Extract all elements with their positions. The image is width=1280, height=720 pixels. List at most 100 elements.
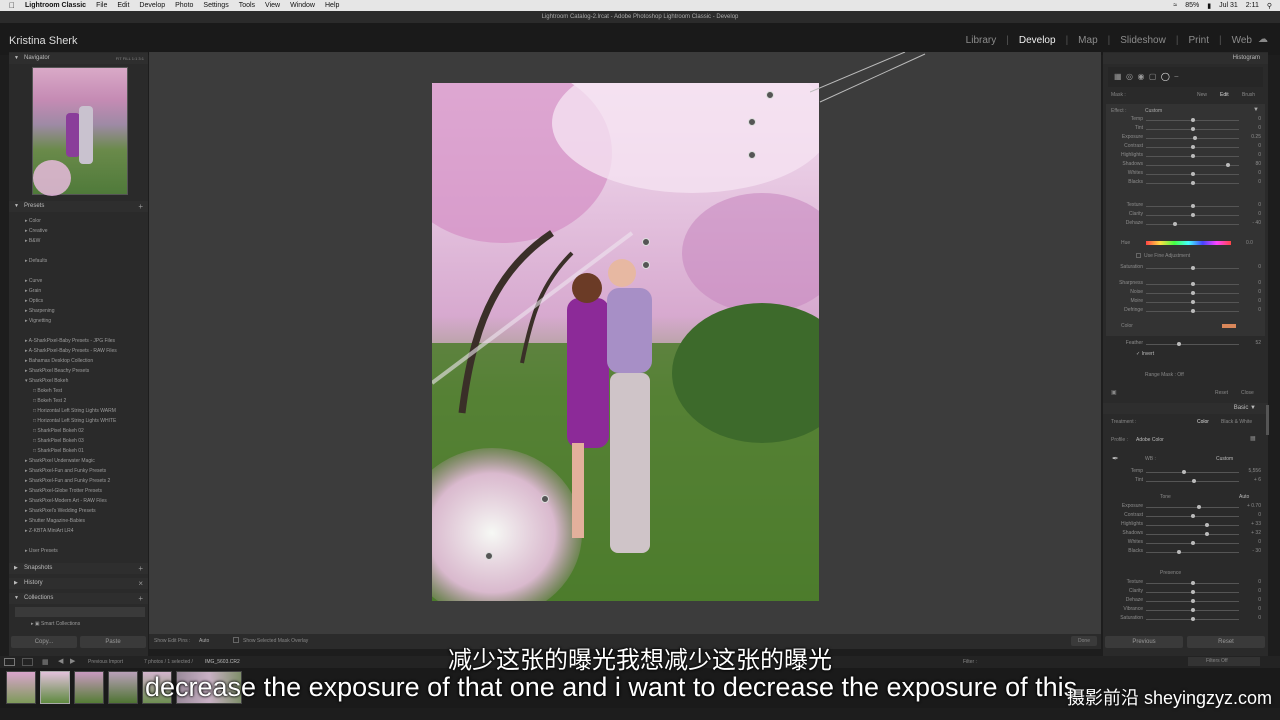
slider-value[interactable]: 0 [1245, 512, 1261, 518]
preset-group[interactable]: ▸ Bahamas Desktop Collection [25, 356, 148, 366]
preset-group[interactable]: ▸ SharkPixel-Fun and Funky Presets 2 [25, 476, 148, 486]
slider-knob[interactable] [1191, 127, 1195, 131]
module-slideshow[interactable]: Slideshow [1120, 35, 1166, 46]
tone-auto-button[interactable]: Auto [1239, 494, 1249, 500]
graduated-filter-icon[interactable]: ▢ [1149, 72, 1157, 81]
preset-group[interactable]: ▸ SharkPixel-Fun and Funky Presets [25, 466, 148, 476]
slider-knob[interactable] [1191, 300, 1195, 304]
treatment-bw-button[interactable]: Black & White [1221, 419, 1252, 425]
slider-value[interactable]: 0 [1245, 289, 1261, 295]
effect-collapse-icon[interactable]: ▼ [1253, 107, 1259, 113]
spot-removal-icon[interactable]: ◎ [1126, 72, 1133, 81]
right-panel-scrollbar[interactable] [1266, 405, 1269, 435]
feather-row[interactable]: Feather 52 [1111, 340, 1261, 349]
slider-value[interactable]: 0 [1245, 298, 1261, 304]
preset-group[interactable]: ▸ Creative [25, 226, 148, 236]
slider-value[interactable]: + 0.70 [1245, 503, 1261, 509]
preset-group[interactable]: ▸ User Presets [25, 546, 148, 556]
slider-vibrance[interactable]: Vibrance 0 [1111, 606, 1261, 615]
filmstrip-thumbnail[interactable] [108, 671, 138, 704]
navigator-header[interactable]: ▼ Navigator FIT FILL 1:1 3:1 [9, 53, 148, 64]
preset-group[interactable]: ▸ Curve [25, 276, 148, 286]
slider-exposure[interactable]: Exposure + 0.70 [1111, 503, 1261, 512]
slider-value[interactable]: + 32 [1245, 530, 1261, 536]
slider-knob[interactable] [1191, 204, 1195, 208]
wb-select[interactable]: Custom [1216, 456, 1233, 462]
module-print[interactable]: Print [1188, 35, 1209, 46]
filmstrip-thumbnail-selected[interactable] [40, 671, 70, 704]
mask-new-button[interactable]: New [1197, 92, 1207, 98]
slider-temp[interactable]: Temp 0 [1111, 116, 1261, 125]
eyedropper-icon[interactable]: ✒ [1112, 454, 1119, 463]
menu-tools[interactable]: Tools [239, 2, 255, 9]
mask-pin[interactable] [748, 118, 756, 126]
slider-shadows[interactable]: Shadows + 32 [1111, 530, 1261, 539]
slider-texture[interactable]: Texture 0 [1111, 579, 1261, 588]
slider-highlights[interactable]: Highlights 0 [1111, 152, 1261, 161]
preset-group[interactable]: ▸ Grain [25, 286, 148, 296]
apple-icon[interactable]:  [9, 1, 15, 10]
slider-knob[interactable] [1205, 523, 1209, 527]
menu-develop[interactable]: Develop [139, 2, 165, 9]
treatment-color-button[interactable]: Color [1197, 419, 1209, 425]
preset-group[interactable]: ▾ SharkPixel Bokeh [25, 376, 148, 386]
slider-value[interactable]: 80 [1245, 161, 1261, 167]
module-develop[interactable]: Develop [1019, 35, 1056, 46]
clear-history-icon[interactable]: × [138, 578, 143, 589]
slider-value[interactable]: 0 [1245, 588, 1261, 594]
slider-tint[interactable]: Tint 0 [1111, 125, 1261, 134]
preset-group[interactable]: ▸ A-SharkPixel-Baby Presets - RAW Files [25, 346, 148, 356]
slider-track[interactable] [1146, 507, 1239, 508]
hue-slider[interactable] [1146, 241, 1231, 245]
slider-knob[interactable] [1173, 222, 1177, 226]
menu-edit[interactable]: Edit [117, 2, 129, 9]
battery-icon[interactable]: ▮ [1207, 2, 1211, 10]
app-menu[interactable]: Lightroom Classic [25, 2, 86, 9]
slider-value[interactable]: 0.25 [1245, 134, 1261, 140]
mask-pin[interactable] [766, 91, 774, 99]
slider-clarity[interactable]: Clarity 0 [1111, 211, 1261, 220]
add-preset-icon[interactable]: + [138, 201, 143, 212]
slider-sharpness[interactable]: Sharpness 0 [1111, 280, 1261, 289]
slider-track[interactable] [1146, 224, 1239, 225]
slider-value[interactable]: - 40 [1245, 220, 1261, 226]
slider-moire[interactable]: Moire 0 [1111, 298, 1261, 307]
profile-browser-icon[interactable]: ▦ [1250, 435, 1256, 442]
slider-highlights[interactable]: Highlights + 33 [1111, 521, 1261, 530]
preset-item[interactable]: □ Horizontal Left String Lights WARM [33, 406, 148, 416]
preset-group[interactable]: ▸ Vignetting [25, 316, 148, 326]
menu-settings[interactable]: Settings [203, 2, 228, 9]
slider-knob[interactable] [1191, 282, 1195, 286]
navigator-preview[interactable] [32, 67, 128, 196]
slider-blacks[interactable]: Blacks - 30 [1111, 548, 1261, 557]
navigator-zoom-options[interactable]: FIT FILL 1:1 3:1 [116, 53, 144, 64]
slider-value[interactable]: + 33 [1245, 521, 1261, 527]
slider-track[interactable] [1146, 525, 1239, 526]
slider-whites[interactable]: Whites 0 [1111, 539, 1261, 548]
slider-knob[interactable] [1191, 599, 1195, 603]
slider-clarity[interactable]: Clarity 0 [1111, 588, 1261, 597]
menu-view[interactable]: View [265, 2, 280, 9]
slider-knob[interactable] [1191, 309, 1195, 313]
snapshots-header[interactable]: ▶ Snapshots + [9, 563, 148, 574]
slider-texture[interactable]: Texture 0 [1111, 202, 1261, 211]
collections-header[interactable]: ▼ Collections + [9, 593, 148, 604]
slider-knob[interactable] [1191, 172, 1195, 176]
slider-knob[interactable] [1191, 145, 1195, 149]
slider-knob[interactable] [1191, 118, 1195, 122]
toggle-mask-icon[interactable]: ▣ [1111, 389, 1117, 396]
mask-pin[interactable] [642, 238, 650, 246]
slider-value[interactable]: 0 [1245, 539, 1261, 545]
slider-value[interactable]: 0 [1245, 597, 1261, 603]
slider-track[interactable] [1146, 552, 1239, 553]
mask-brush-button[interactable]: Brush [1242, 92, 1255, 98]
slider-knob[interactable] [1191, 590, 1195, 594]
slider-value[interactable]: + 6 [1245, 477, 1261, 483]
preset-group[interactable]: ▸ SharkPixel's Wedding Presets [25, 506, 148, 516]
slider-noise[interactable]: Noise 0 [1111, 289, 1261, 298]
mask-saturation-row[interactable]: Saturation 0 [1111, 264, 1261, 273]
preset-group[interactable]: ▸ Defaults [25, 256, 148, 266]
crop-icon[interactable]: ▦ [1114, 72, 1122, 81]
slider-knob[interactable] [1191, 154, 1195, 158]
preset-item[interactable]: □ Bokeh Test 2 [33, 396, 148, 406]
